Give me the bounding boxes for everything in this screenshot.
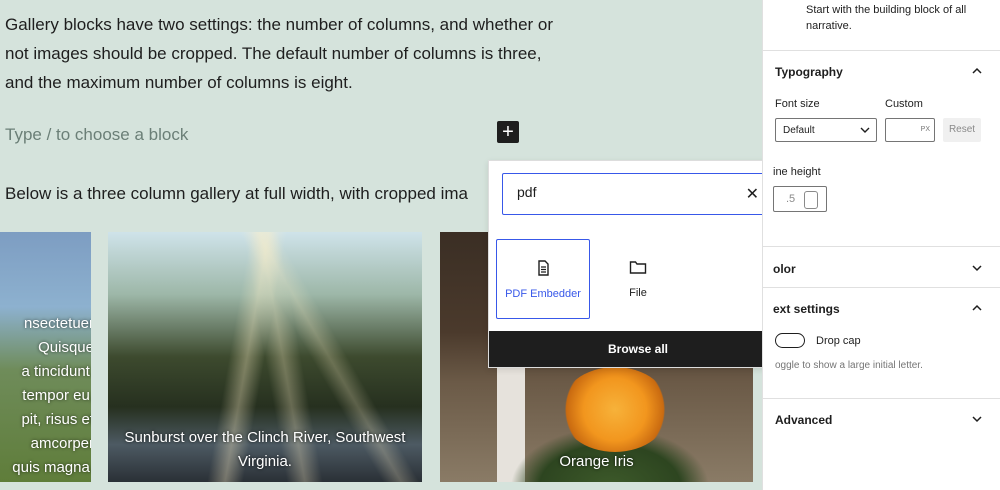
block-placeholder[interactable]: Type / to choose a block xyxy=(5,125,188,145)
panel-title-color[interactable]: olor xyxy=(773,262,796,276)
panel-title-typography[interactable]: Typography xyxy=(775,65,843,79)
chevron-up-icon[interactable] xyxy=(971,302,983,314)
drop-cap-help-text: oggle to show a large initial letter. xyxy=(775,360,923,371)
unit-label: PX xyxy=(920,126,930,133)
block-item-label: File xyxy=(629,287,647,299)
panel-title-text-settings[interactable]: ext settings xyxy=(773,302,840,316)
image-caption: Sunburst over the Clinch River, Southwes… xyxy=(124,429,406,470)
search-input[interactable] xyxy=(515,183,739,201)
block-item-label: PDF Embedder xyxy=(505,288,581,300)
custom-font-size-input[interactable]: PX xyxy=(885,118,935,142)
block-inserter-popover: ✕ PDF Embedder File Browse all xyxy=(488,160,788,368)
search-field[interactable]: ✕ xyxy=(502,173,772,215)
drop-cap-toggle[interactable] xyxy=(775,333,805,348)
drop-cap-label: Drop cap xyxy=(816,335,861,347)
divider xyxy=(763,287,1000,288)
gallery-image[interactable]: nsectetuer Quisque a tincidunt. tempor e… xyxy=(0,232,91,482)
reset-button[interactable]: Reset xyxy=(943,118,981,142)
folder-icon xyxy=(629,261,647,274)
document-icon xyxy=(538,260,549,276)
settings-sidebar: Start with the building block of all nar… xyxy=(762,0,1000,490)
divider xyxy=(763,398,1000,399)
block-item-pdf-embedder[interactable]: PDF Embedder xyxy=(496,239,590,319)
panel-title-advanced[interactable]: Advanced xyxy=(775,413,832,427)
custom-label: Custom xyxy=(885,98,923,110)
browse-all-button[interactable]: Browse all xyxy=(489,331,787,367)
close-icon[interactable]: ✕ xyxy=(746,184,759,204)
plus-icon: + xyxy=(502,121,514,143)
block-item-file[interactable]: File xyxy=(591,239,685,319)
line-height-value: .5 xyxy=(786,193,796,205)
spinner-icon[interactable] xyxy=(804,191,818,209)
image-caption: Orange Iris xyxy=(559,453,634,470)
divider xyxy=(763,246,1000,247)
chevron-down-icon[interactable] xyxy=(971,262,983,274)
block-inserter-button[interactable]: + xyxy=(497,121,519,143)
block-description: Start with the building block of all nar… xyxy=(806,4,967,32)
lily-flower-image xyxy=(560,367,670,452)
line-height-input[interactable]: .5 xyxy=(773,186,827,212)
chevron-down-icon xyxy=(860,127,870,133)
line-height-label: ine height xyxy=(773,166,821,178)
chevron-up-icon[interactable] xyxy=(971,65,983,77)
chevron-down-icon[interactable] xyxy=(971,413,983,425)
paragraph-block[interactable]: Below is a three column gallery at full … xyxy=(5,179,468,208)
divider xyxy=(763,50,1000,51)
font-size-select-value: Default xyxy=(783,125,815,136)
paragraph-block[interactable]: Gallery blocks have two settings: the nu… xyxy=(5,10,565,97)
font-size-label: Font size xyxy=(775,98,820,110)
image-caption: nsectetuer Quisque a tincidunt. tempor e… xyxy=(12,315,91,476)
font-size-select[interactable]: Default xyxy=(775,118,877,142)
gallery-image[interactable]: Sunburst over the Clinch River, Southwes… xyxy=(108,232,422,482)
